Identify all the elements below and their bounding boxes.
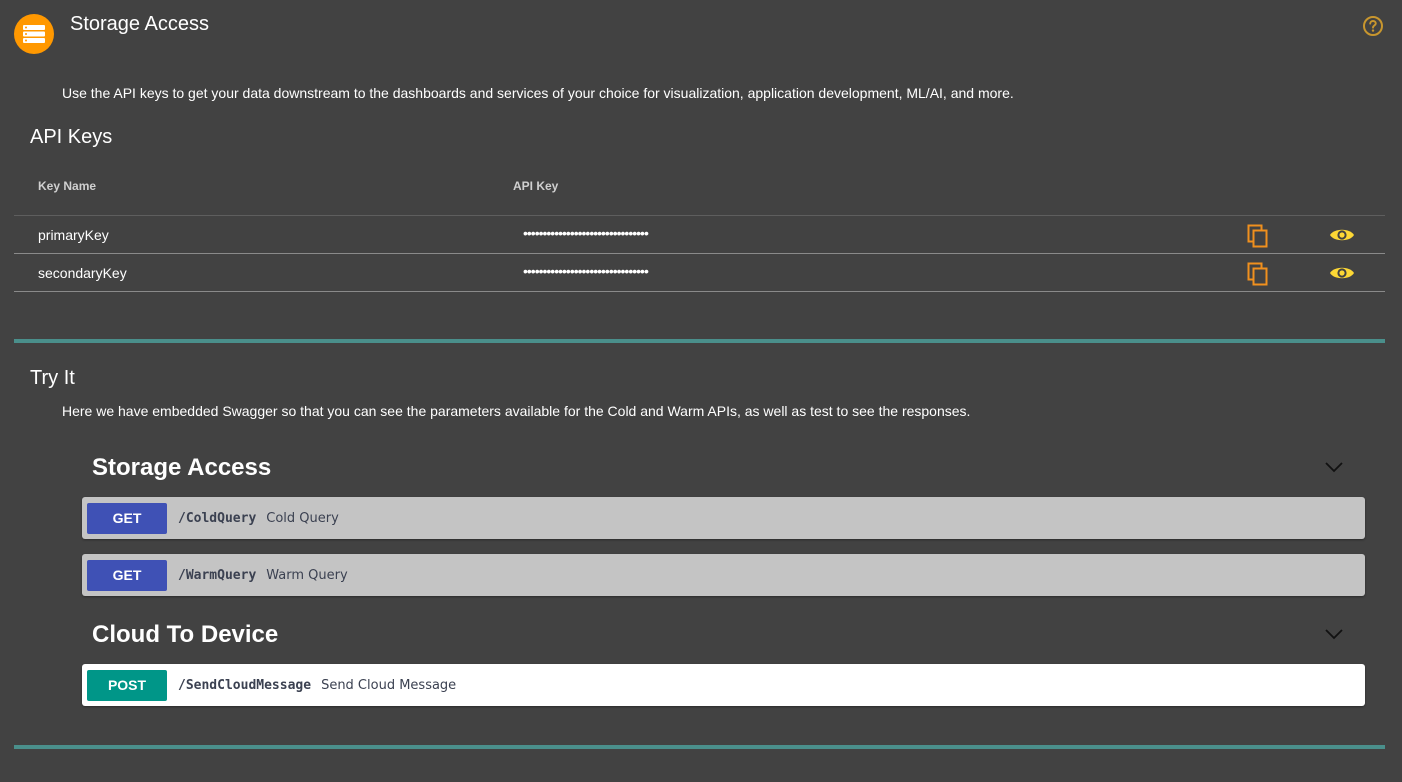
copy-icon[interactable] (1246, 224, 1270, 248)
api-keys-table: primaryKey •••••••••••••••••••••••••••••… (14, 215, 1385, 292)
try-it-description: Here we have embedded Swagger so that yo… (62, 403, 971, 419)
swagger-group-title[interactable]: Cloud To Device (92, 621, 278, 649)
section-divider (14, 339, 1385, 343)
operation-path: /ColdQuery (178, 510, 257, 526)
swagger-group-title[interactable]: Storage Access (92, 454, 271, 482)
operation-path: /SendCloudMessage (178, 677, 312, 693)
eye-icon[interactable] (1329, 264, 1355, 282)
page-title: Storage Access (70, 13, 209, 35)
copy-icon[interactable] (1246, 262, 1270, 286)
try-it-title: Try It (30, 367, 75, 389)
operation-path: /WarmQuery (178, 567, 257, 583)
storage-icon (14, 14, 54, 54)
table-row: secondaryKey •••••••••••••••••••••••••••… (14, 254, 1385, 292)
column-header-api-key: API Key (513, 179, 559, 193)
intro-text: Use the API keys to get your data downst… (62, 85, 1014, 101)
section-divider (14, 745, 1385, 749)
chevron-down-icon[interactable] (1324, 460, 1344, 473)
api-key-value: •••••••••••••••••••••••••••••••• (523, 263, 649, 279)
method-badge: GET (87, 559, 167, 591)
api-key-value: •••••••••••••••••••••••••••••••• (523, 225, 649, 241)
help-circle-icon[interactable] (1362, 15, 1384, 37)
operation-cold-query[interactable]: GET /ColdQuery Cold Query (82, 497, 1365, 539)
operation-send-cloud-message[interactable]: POST /SendCloudMessage Send Cloud Messag… (82, 664, 1365, 706)
method-badge: GET (87, 502, 167, 534)
operation-summary: Warm Query (266, 567, 348, 583)
operation-warm-query[interactable]: GET /WarmQuery Warm Query (82, 554, 1365, 596)
chevron-down-icon[interactable] (1324, 627, 1344, 640)
api-keys-title: API Keys (30, 126, 113, 148)
method-badge: POST (87, 669, 167, 701)
operation-summary: Cold Query (266, 510, 339, 526)
table-row: primaryKey •••••••••••••••••••••••••••••… (14, 216, 1385, 254)
key-name: secondaryKey (38, 265, 127, 281)
eye-icon[interactable] (1329, 226, 1355, 244)
storage-access-page: Storage Access Use the API keys to get y… (0, 0, 1402, 782)
column-header-key-name: Key Name (38, 179, 97, 193)
key-name: primaryKey (38, 227, 109, 243)
operation-summary: Send Cloud Message (321, 677, 457, 693)
